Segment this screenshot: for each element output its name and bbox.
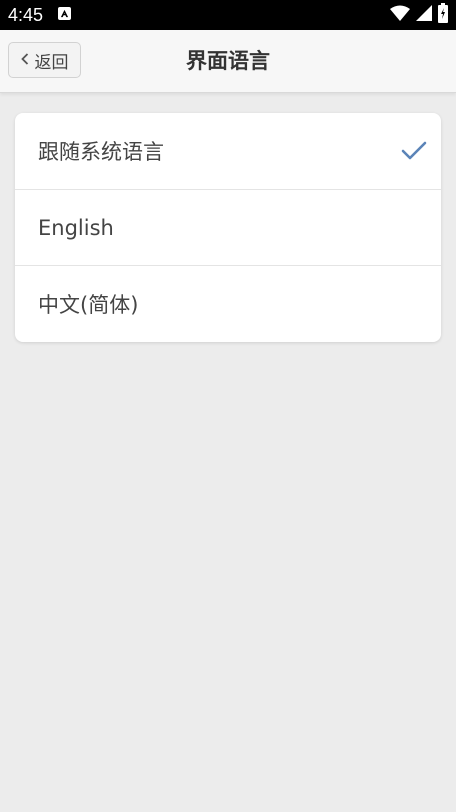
status-icons [390, 3, 448, 27]
language-option-english[interactable]: English [15, 190, 441, 266]
language-option-label: English [38, 215, 114, 240]
notification-a-icon [58, 7, 71, 20]
chevron-left-icon [20, 50, 29, 70]
language-option-chinese-simplified[interactable]: 中文(简体) [15, 266, 441, 342]
battery-icon [438, 3, 448, 27]
status-time: 4:45 [8, 5, 44, 25]
language-option-label: 跟随系统语言 [38, 140, 164, 164]
wifi-icon [390, 5, 410, 25]
status-bar: 4:45 [0, 0, 456, 30]
language-option-system[interactable]: 跟随系统语言 [15, 113, 441, 190]
checkmark-icon [401, 140, 427, 162]
back-button[interactable]: 返回 [8, 42, 81, 78]
back-label: 返回 [34, 52, 69, 73]
nav-bar: 界面语言 返回 [0, 30, 456, 93]
language-option-label: 中文(简体) [38, 293, 139, 317]
language-list: 跟随系统语言 English 中文(简体) [15, 113, 441, 342]
signal-icon [416, 5, 432, 25]
